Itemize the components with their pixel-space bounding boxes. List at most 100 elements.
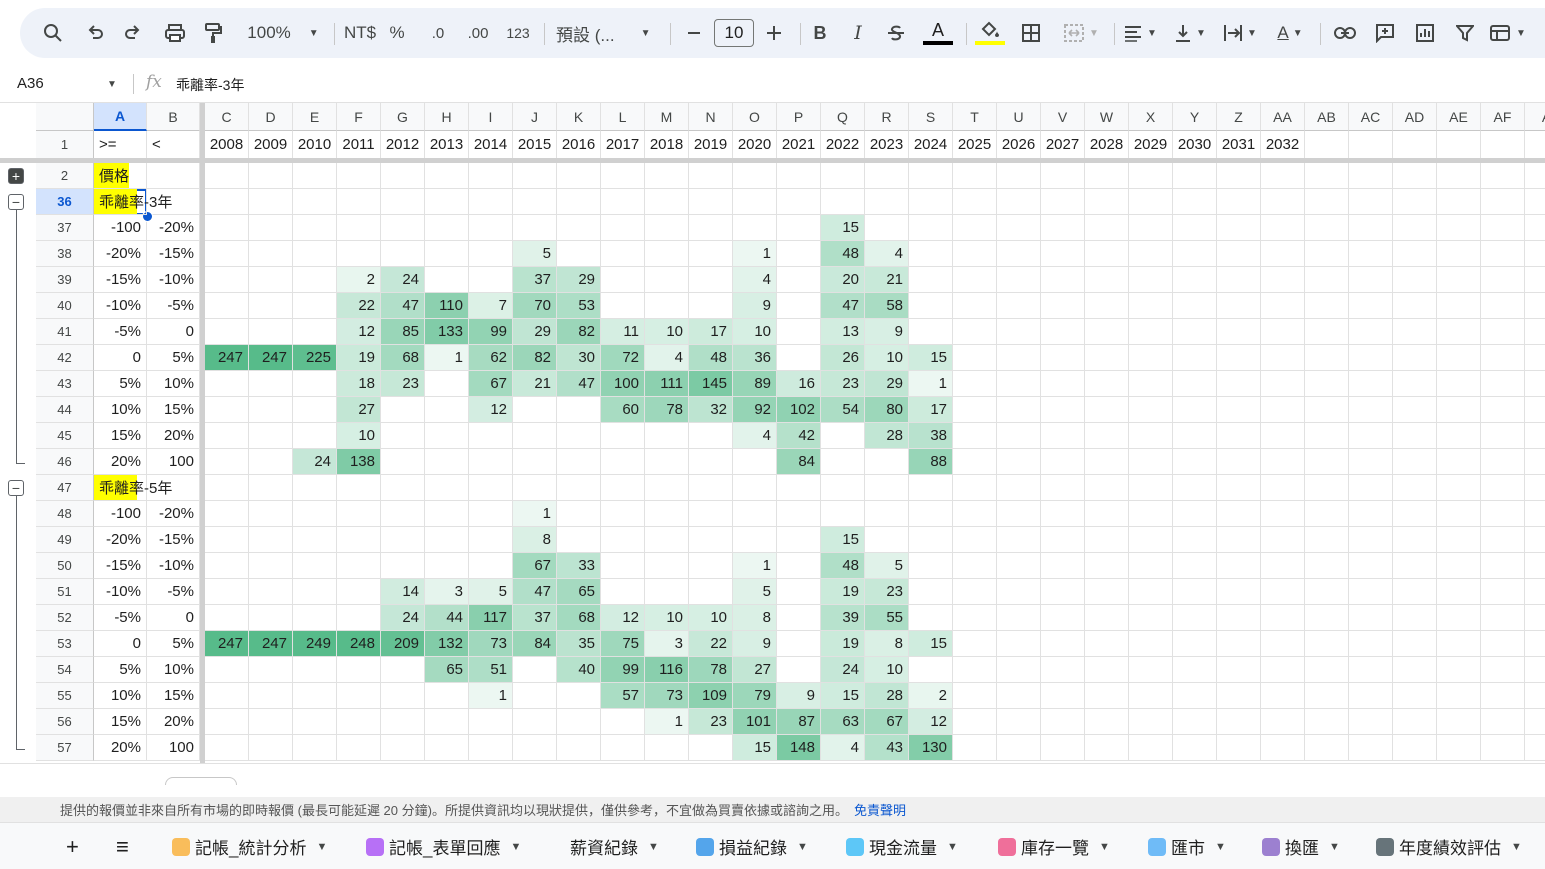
cell-y1[interactable]: 2030 (1173, 131, 1217, 159)
cell-ad56[interactable] (1393, 709, 1437, 735)
chevron-down-icon[interactable]: ▼ (1329, 841, 1340, 853)
chevron-down-icon[interactable]: ▼ (1099, 841, 1110, 853)
cell-n55[interactable]: 109 (689, 683, 733, 709)
cell-r38[interactable]: 4 (865, 241, 909, 267)
cell-o44[interactable]: 92 (733, 397, 777, 423)
cell-j55[interactable] (513, 683, 557, 709)
cell-c2[interactable] (205, 163, 249, 189)
column-header-w[interactable]: W (1085, 103, 1129, 131)
cell-l46[interactable] (601, 449, 645, 475)
cell-j1[interactable]: 2015 (513, 131, 557, 159)
cell-c41[interactable] (205, 319, 249, 345)
cell-s43[interactable]: 1 (909, 371, 953, 397)
cell-n46[interactable] (689, 449, 733, 475)
cell-n51[interactable] (689, 579, 733, 605)
cell-j53[interactable]: 84 (513, 631, 557, 657)
vertical-align-icon[interactable]: ▼ (1170, 8, 1210, 58)
cell-r56[interactable]: 67 (865, 709, 909, 735)
cell-g51[interactable]: 14 (381, 579, 425, 605)
cell-af47[interactable] (1481, 475, 1525, 501)
cell-y51[interactable] (1173, 579, 1217, 605)
cell-y54[interactable] (1173, 657, 1217, 683)
cell-c45[interactable] (205, 423, 249, 449)
cell-f49[interactable] (337, 527, 381, 553)
cell-g57[interactable] (381, 735, 425, 761)
freeze-column-divider[interactable] (200, 103, 205, 763)
cell-k43[interactable]: 47 (557, 371, 601, 397)
cell-u55[interactable] (997, 683, 1041, 709)
cell-ae2[interactable] (1437, 163, 1481, 189)
cell-z39[interactable] (1217, 267, 1261, 293)
cell-k50[interactable]: 33 (557, 553, 601, 579)
column-header-i[interactable]: I (469, 103, 513, 131)
chevron-down-icon[interactable]: ▼ (648, 841, 659, 853)
row-header-46[interactable]: 46 (36, 449, 94, 475)
cell-aa39[interactable] (1261, 267, 1305, 293)
cell-ad53[interactable] (1393, 631, 1437, 657)
cell-ad2[interactable] (1393, 163, 1437, 189)
cell-ac45[interactable] (1349, 423, 1393, 449)
cell-ab46[interactable] (1305, 449, 1349, 475)
cell-z56[interactable] (1217, 709, 1261, 735)
cell-ae38[interactable] (1437, 241, 1481, 267)
cell-f44[interactable]: 27 (337, 397, 381, 423)
cell-aa46[interactable] (1261, 449, 1305, 475)
sheet-tab[interactable]: 庫存一覽 ▼ (998, 823, 1110, 869)
cell-ad55[interactable] (1393, 683, 1437, 709)
cell-x50[interactable] (1129, 553, 1173, 579)
cell-c39[interactable] (205, 267, 249, 293)
cell-h2[interactable] (425, 163, 469, 189)
cell-f47[interactable] (337, 475, 381, 501)
cell-u1[interactable]: 2026 (997, 131, 1041, 159)
cell-u38[interactable] (997, 241, 1041, 267)
cell-k38[interactable] (557, 241, 601, 267)
cell-af36[interactable] (1481, 189, 1525, 215)
cell-y47[interactable] (1173, 475, 1217, 501)
cell-ab40[interactable] (1305, 293, 1349, 319)
cell-s55[interactable]: 2 (909, 683, 953, 709)
cell-d55[interactable] (249, 683, 293, 709)
cell-v53[interactable] (1041, 631, 1085, 657)
cell-e2[interactable] (293, 163, 337, 189)
cell-b53[interactable]: 5% (147, 631, 200, 657)
cell-r57[interactable]: 43 (865, 735, 909, 761)
cell-y44[interactable] (1173, 397, 1217, 423)
cell-j40[interactable]: 70 (513, 293, 557, 319)
cell-m52[interactable]: 10 (645, 605, 689, 631)
cell-c54[interactable] (205, 657, 249, 683)
row-header-56[interactable]: 56 (36, 709, 94, 735)
cell-z55[interactable] (1217, 683, 1261, 709)
cell-u37[interactable] (997, 215, 1041, 241)
cell-p43[interactable]: 16 (777, 371, 821, 397)
cell-o57[interactable]: 15 (733, 735, 777, 761)
cell-s41[interactable] (909, 319, 953, 345)
cell-a52[interactable]: -5% (94, 605, 147, 631)
column-header-ad[interactable]: AD (1393, 103, 1437, 131)
cell-ab49[interactable] (1305, 527, 1349, 553)
cell-q1[interactable]: 2022 (821, 131, 865, 159)
cell-p41[interactable] (777, 319, 821, 345)
cell-c48[interactable] (205, 501, 249, 527)
cell-m46[interactable] (645, 449, 689, 475)
cell-z53[interactable] (1217, 631, 1261, 657)
cell-v47[interactable] (1041, 475, 1085, 501)
cell-f46[interactable]: 138 (337, 449, 381, 475)
cell-ac37[interactable] (1349, 215, 1393, 241)
cell-k54[interactable]: 40 (557, 657, 601, 683)
cell-o53[interactable]: 9 (733, 631, 777, 657)
cell-s39[interactable] (909, 267, 953, 293)
cell-w39[interactable] (1085, 267, 1129, 293)
cell-ae46[interactable] (1437, 449, 1481, 475)
cell-p52[interactable] (777, 605, 821, 631)
cell-j51[interactable]: 47 (513, 579, 557, 605)
cell-e52[interactable] (293, 605, 337, 631)
cell-af49[interactable] (1481, 527, 1525, 553)
cell-n1[interactable]: 2019 (689, 131, 733, 159)
cell-ad54[interactable] (1393, 657, 1437, 683)
cell-n43[interactable]: 145 (689, 371, 733, 397)
cell-ad37[interactable] (1393, 215, 1437, 241)
cell-aa41[interactable] (1261, 319, 1305, 345)
cell-k49[interactable] (557, 527, 601, 553)
cell-w56[interactable] (1085, 709, 1129, 735)
cell-ab51[interactable] (1305, 579, 1349, 605)
